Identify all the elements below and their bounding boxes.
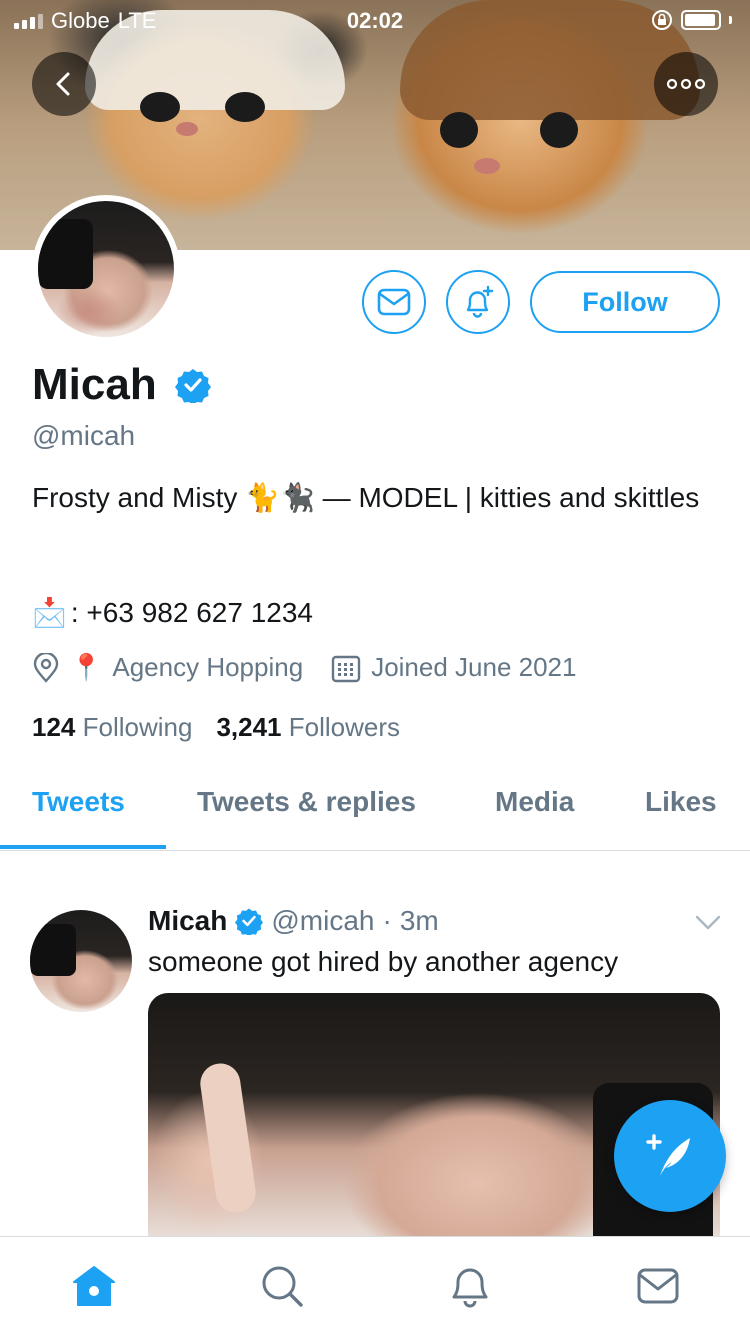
profile-name-row: Micah: [32, 360, 211, 410]
incoming-envelope-emoji: 📩: [32, 597, 67, 628]
chevron-left-icon: [56, 72, 70, 96]
pushpin-emoji: 📍: [70, 652, 103, 682]
following-stat[interactable]: 124 Following: [32, 712, 192, 743]
profile-name: Micah: [32, 360, 157, 409]
notifications-icon: [452, 1268, 488, 1308]
profile-joined: Joined June 2021: [371, 652, 577, 682]
profile-stats: 124 Following 3,241 Followers: [32, 712, 400, 743]
banner-cat-eye: [540, 112, 578, 148]
following-count: 124: [32, 712, 76, 742]
tab-likes[interactable]: Likes: [645, 786, 717, 818]
compose-tweet-button[interactable]: [614, 1100, 726, 1212]
media-finger: [197, 1060, 259, 1216]
status-right: [651, 9, 732, 31]
banner-cat-eye: [140, 92, 180, 122]
banner-cat-eye: [225, 92, 265, 122]
nav-search[interactable]: [257, 1263, 307, 1309]
profile-avatar[interactable]: [32, 195, 180, 343]
tweet-author-handle: @micah: [271, 905, 375, 936]
bell-plus-icon: [466, 285, 494, 318]
more-options-button[interactable]: [654, 52, 718, 116]
message-button[interactable]: [362, 270, 426, 334]
tab-media[interactable]: Media: [495, 786, 574, 818]
chevron-down-icon[interactable]: [694, 914, 722, 932]
tab-tweets[interactable]: Tweets: [32, 786, 125, 818]
calendar-icon: [331, 655, 361, 682]
profile-contact: 📩 : +63 982 627 1234: [32, 596, 313, 629]
nav-home[interactable]: [69, 1263, 119, 1309]
banner-cat-eye: [440, 112, 478, 148]
followers-count: 3,241: [216, 712, 282, 742]
nav-messages[interactable]: [633, 1263, 683, 1309]
tweet-text: someone got hired by another agency: [148, 946, 619, 977]
banner-cat-nose: [176, 122, 198, 136]
compose-feather-icon: [646, 1134, 690, 1176]
followers-label: Followers: [288, 712, 401, 742]
followers-stat[interactable]: 3,241 Followers: [216, 712, 400, 743]
battery-nub: [729, 16, 732, 24]
tweet-author-name[interactable]: Micah: [148, 905, 227, 937]
messages-icon: [637, 1268, 679, 1304]
home-icon: [73, 1266, 115, 1306]
envelope-icon: [377, 288, 411, 316]
status-bar: Globe LTE 02:02: [0, 0, 750, 40]
avatar-phone: [38, 219, 93, 289]
follow-button[interactable]: Follow: [530, 271, 720, 333]
tweet-avatar[interactable]: [30, 910, 132, 1012]
avatar-photo: [38, 201, 174, 337]
verified-badge-icon: [235, 908, 264, 935]
profile-bio: Frosty and Misty 🐈🐈‍⬛ — MODEL | kitties …: [32, 482, 700, 513]
contact-number: : +63 982 627 1234: [70, 596, 313, 628]
tweet-separator: ·: [382, 905, 392, 936]
search-icon: [262, 1266, 303, 1307]
active-tab-indicator: [0, 845, 166, 849]
battery-icon: [681, 10, 721, 30]
notifications-toggle-button[interactable]: [446, 270, 510, 334]
avatar-phone: [30, 924, 76, 976]
verified-badge-icon: [174, 369, 211, 403]
location-pin-icon: [33, 652, 59, 683]
bottom-navigation: [0, 1236, 750, 1335]
more-icon: [666, 78, 706, 90]
tweet-header: Micah @micah · 3m: [148, 905, 439, 937]
back-button[interactable]: [32, 52, 96, 116]
rotation-lock-icon: [652, 10, 672, 30]
tab-tweets-and-replies[interactable]: Tweets & replies: [197, 786, 416, 818]
profile-handle: @micah: [32, 420, 136, 451]
profile-tabs: Tweets Tweets & replies Media Likes: [0, 770, 750, 851]
profile-meta: 📍 Agency Hopping Joined June 2021: [32, 652, 576, 683]
nav-notifications[interactable]: [445, 1263, 495, 1309]
following-label: Following: [82, 712, 193, 742]
clock: 02:02: [346, 8, 404, 33]
profile-location: Agency Hopping: [112, 652, 304, 682]
banner-cat-nose: [474, 158, 500, 174]
tweet-time: 3m: [399, 905, 439, 936]
